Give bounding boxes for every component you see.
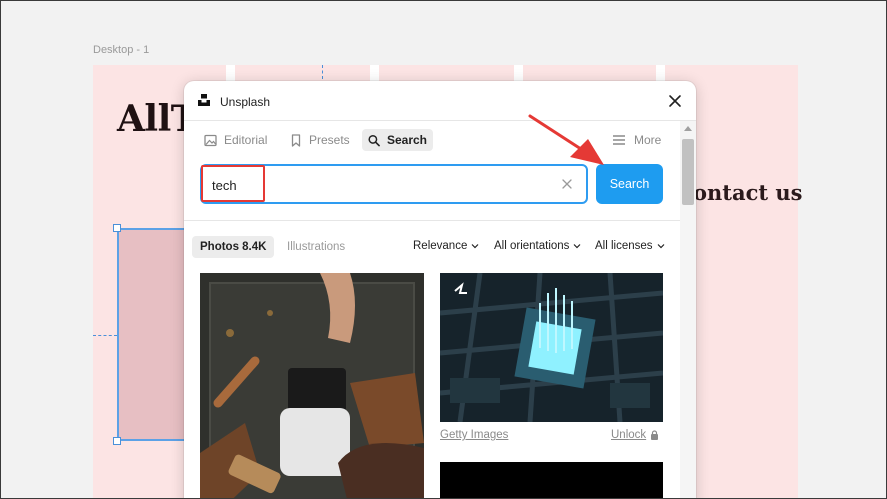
plugin-titlebar: Unsplash xyxy=(184,81,696,121)
tab-label: Search xyxy=(386,133,427,147)
photos-filter-tab[interactable]: Photos 8.4K xyxy=(192,236,275,258)
orientation-dropdown[interactable]: All orientations xyxy=(494,240,581,252)
sort-label: Relevance xyxy=(413,240,468,252)
tab-label: Editorial xyxy=(224,133,268,147)
clear-icon[interactable] xyxy=(560,177,574,191)
tab-presets[interactable]: Presets xyxy=(284,129,356,151)
unlock-link[interactable]: Unlock xyxy=(611,429,659,441)
scroll-up-arrow-icon[interactable] xyxy=(684,125,692,131)
hamburger-menu-icon xyxy=(613,135,625,145)
result-photo[interactable] xyxy=(440,273,663,422)
result-photo[interactable] xyxy=(200,273,424,499)
more-menu-button[interactable]: More xyxy=(612,129,661,151)
orientation-label: All orientations xyxy=(494,240,570,252)
divider xyxy=(184,220,680,221)
filter-row: Photos 8.4K Illustrations Relevance All … xyxy=(192,236,672,258)
resize-handle[interactable] xyxy=(113,224,121,232)
sort-dropdown[interactable]: Relevance xyxy=(413,240,479,252)
chevron-down-icon xyxy=(657,244,664,249)
unsplash-logo-icon xyxy=(198,94,210,106)
lock-icon xyxy=(651,430,659,440)
license-dropdown[interactable]: All licenses xyxy=(595,240,665,252)
result-photo[interactable] xyxy=(440,462,663,499)
chevron-down-icon xyxy=(471,244,479,249)
search-icon xyxy=(368,134,380,146)
search-button[interactable]: Search xyxy=(596,164,663,204)
scrollbar-thumb[interactable] xyxy=(682,139,694,205)
unsplash-plugin-window: Unsplash Editorial Presets Search More t… xyxy=(184,81,696,499)
photo-microchip-image xyxy=(440,273,663,422)
layout-guide-horizontal xyxy=(93,335,117,336)
resize-handle[interactable] xyxy=(113,437,121,445)
image-icon xyxy=(204,134,217,146)
photo-credit-link[interactable]: Getty Images xyxy=(440,429,508,441)
site-nav-contact[interactable]: ontact us xyxy=(693,180,802,205)
tab-editorial[interactable]: Editorial xyxy=(198,129,273,151)
tab-search[interactable]: Search xyxy=(362,129,433,151)
plugin-title: Unsplash xyxy=(220,95,271,109)
photo-workshop-image xyxy=(200,273,424,499)
close-icon[interactable] xyxy=(666,92,684,110)
illustrations-filter-tab[interactable]: Illustrations xyxy=(279,236,353,258)
layout-guide-vertical xyxy=(322,65,323,79)
license-label: All licenses xyxy=(595,240,653,252)
scrollbar[interactable] xyxy=(680,121,696,499)
unlock-label: Unlock xyxy=(611,429,647,441)
tab-label: Presets xyxy=(309,133,350,147)
search-input-value[interactable]: tech xyxy=(212,178,237,193)
search-input[interactable]: tech xyxy=(200,164,588,204)
frame-label[interactable]: Desktop - 1 xyxy=(93,44,149,56)
more-label: More xyxy=(634,133,662,147)
bookmark-icon xyxy=(291,133,301,147)
chevron-down-icon xyxy=(574,244,581,249)
